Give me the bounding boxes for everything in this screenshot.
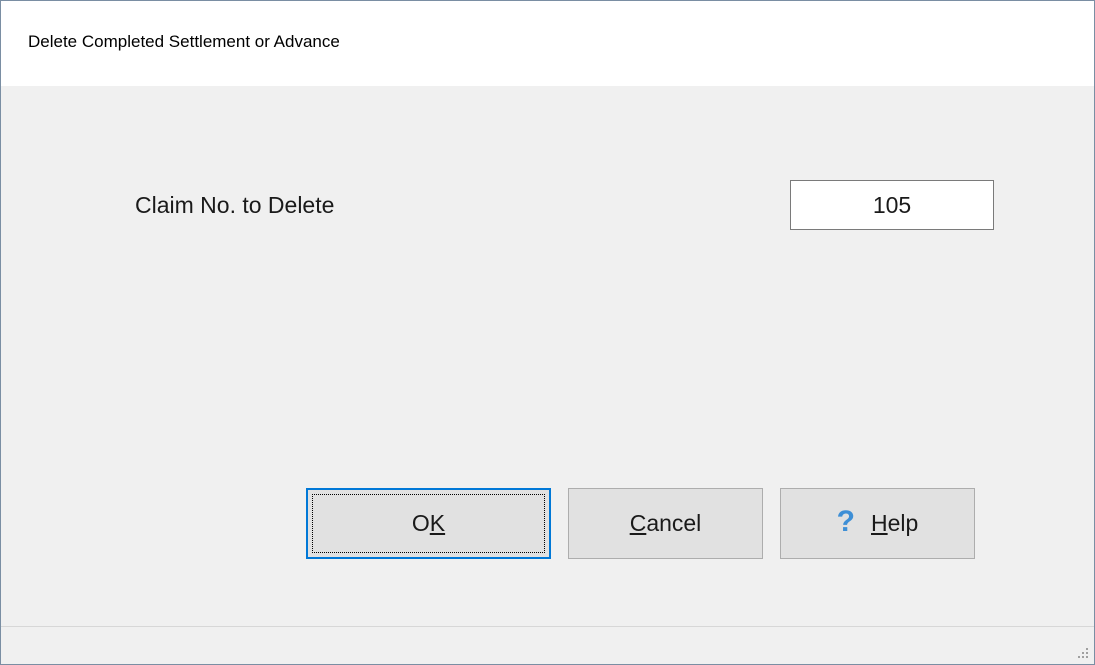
help-button[interactable]: ? Help xyxy=(780,488,975,559)
help-button-label: Help xyxy=(871,510,919,536)
window-title: Delete Completed Settlement or Advance xyxy=(28,32,340,51)
ok-button[interactable]: OK xyxy=(306,488,551,559)
claim-number-input[interactable] xyxy=(790,180,994,230)
status-bar-divider xyxy=(1,626,1094,627)
title-bar[interactable]: Delete Completed Settlement or Advance xyxy=(1,1,1094,86)
cancel-button-label: Cancel xyxy=(629,510,702,536)
dialog-window: Delete Completed Settlement or Advance C… xyxy=(0,0,1095,665)
ok-button-label: OK xyxy=(411,510,446,536)
resize-grip-icon[interactable] xyxy=(1078,648,1088,658)
cancel-button[interactable]: Cancel xyxy=(568,488,763,559)
question-mark-icon: ? xyxy=(836,504,855,538)
claim-number-label: Claim No. to Delete xyxy=(135,192,335,218)
